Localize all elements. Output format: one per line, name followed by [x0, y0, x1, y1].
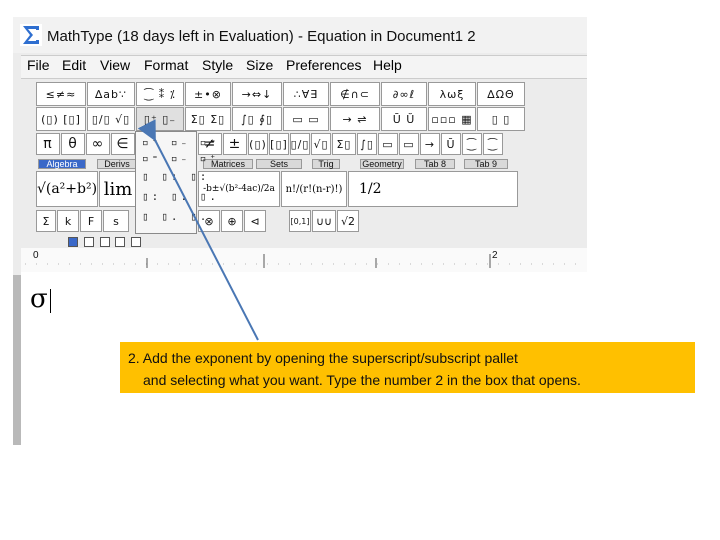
pointer-arrow: [137, 119, 259, 341]
callout-line-1: 2. Add the exponent by opening the super…: [128, 350, 518, 366]
callout-line-2: and selecting what you want. Type the nu…: [143, 372, 581, 388]
instruction-callout: 2. Add the exponent by opening the super…: [120, 342, 695, 393]
